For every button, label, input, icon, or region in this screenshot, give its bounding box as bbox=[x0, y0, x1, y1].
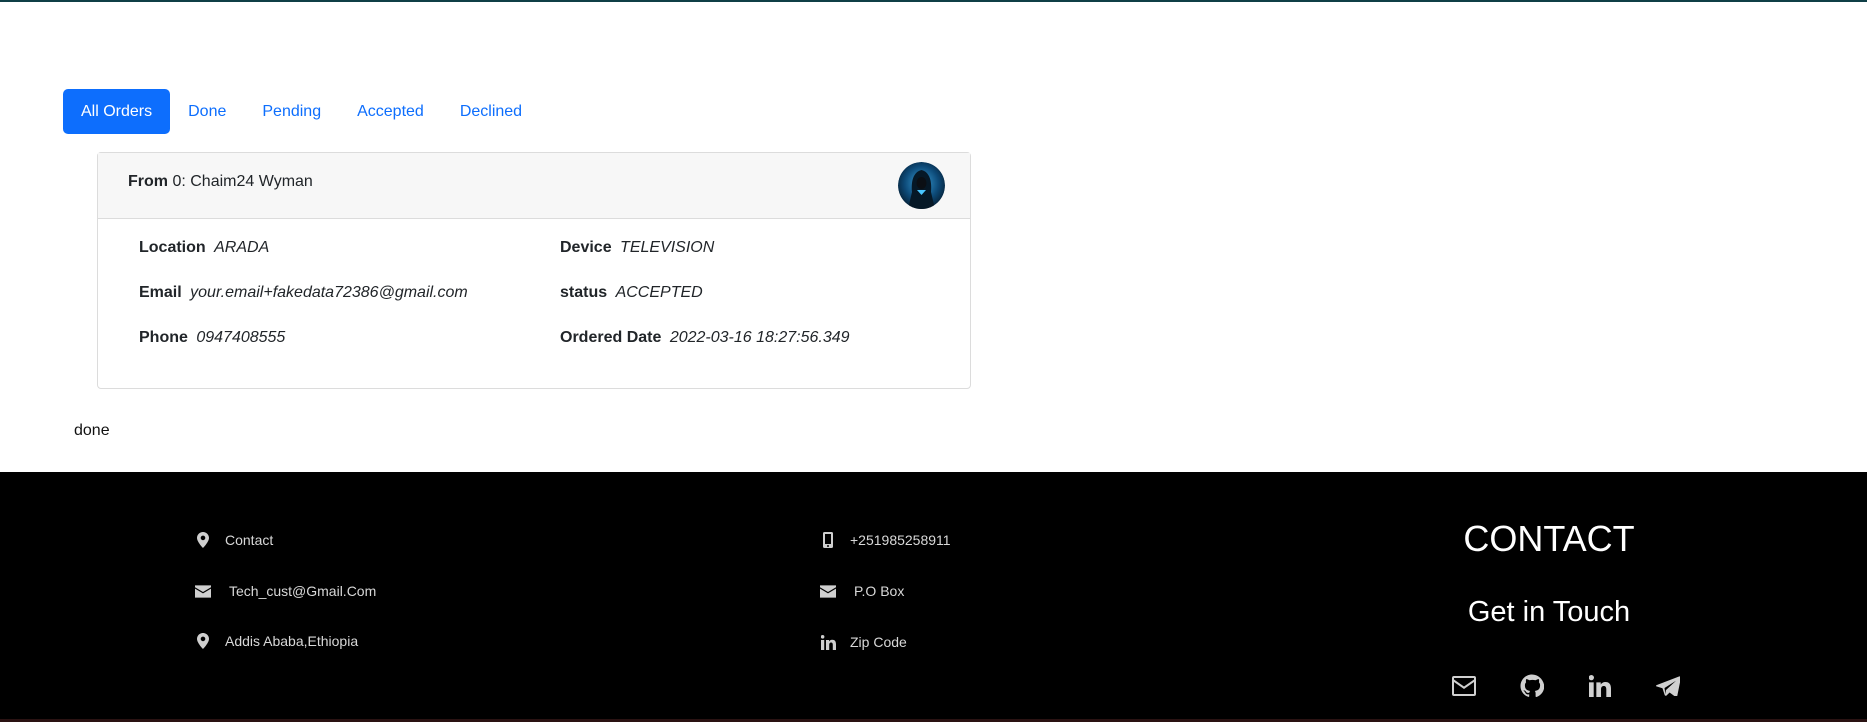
footer-email-text: Tech_cust@Gmail.Com bbox=[229, 583, 377, 599]
status-field: status ACCEPTED bbox=[560, 284, 703, 302]
avatar[interactable] bbox=[898, 162, 945, 209]
email-field: Email your.email+fakedata72386@gmail.com bbox=[139, 284, 468, 302]
get-in-touch-heading: Get in Touch bbox=[1467, 596, 1631, 628]
email-label: Email bbox=[139, 284, 182, 301]
device-value: TELEVISION bbox=[620, 239, 715, 256]
order-filter-tabs: All Orders Done Pending Accepted Decline… bbox=[63, 89, 540, 134]
status-value: ACCEPTED bbox=[615, 284, 703, 301]
order-card-header: From 0: Chaim24 Wyman bbox=[98, 153, 970, 219]
tab-done[interactable]: Done bbox=[170, 89, 244, 134]
footer-email-item[interactable]: Tech_cust@Gmail.Com bbox=[195, 583, 376, 599]
status-label: status bbox=[560, 284, 608, 301]
envelope-icon bbox=[195, 583, 211, 599]
footer-address-text: Addis Ababa,Ethiopia bbox=[225, 633, 359, 649]
phone-label: Phone bbox=[139, 329, 188, 346]
ordered-date-field: Ordered Date 2022-03-16 18:27:56.349 bbox=[560, 329, 850, 347]
linkedin-icon[interactable] bbox=[1588, 674, 1612, 698]
order-from: From 0: Chaim24 Wyman bbox=[128, 173, 313, 191]
device-field: Device TELEVISION bbox=[560, 239, 714, 257]
footer-phone-item[interactable]: +251985258911 bbox=[820, 532, 951, 548]
envelope-icon bbox=[820, 583, 836, 599]
phone-field: Phone 0947408555 bbox=[139, 329, 285, 347]
linkedin-icon bbox=[820, 634, 836, 650]
footer-zipcode-text: Zip Code bbox=[850, 634, 907, 650]
location-value: ARADA bbox=[214, 239, 270, 256]
mobile-phone-icon bbox=[820, 532, 836, 548]
map-marker-icon bbox=[195, 532, 211, 548]
tab-all-orders[interactable]: All Orders bbox=[63, 89, 171, 134]
footer-phone-text: +251985258911 bbox=[850, 532, 951, 548]
from-label: From bbox=[128, 173, 168, 190]
footer-contact-text: Contact bbox=[225, 532, 274, 548]
tab-accepted[interactable]: Accepted bbox=[339, 89, 442, 134]
map-marker-icon bbox=[195, 633, 211, 649]
ordered-date-label: Ordered Date bbox=[560, 329, 662, 346]
top-border bbox=[0, 0, 1867, 2]
social-links bbox=[1452, 674, 1680, 698]
tab-pending[interactable]: Pending bbox=[244, 89, 339, 134]
footer: Contact Tech_cust@Gmail.Com Addis Ababa,… bbox=[0, 472, 1867, 722]
envelope-icon[interactable] bbox=[1452, 674, 1476, 698]
tab-declined[interactable]: Declined bbox=[442, 89, 540, 134]
footer-pobox-item[interactable]: P.O Box bbox=[820, 583, 904, 599]
order-card: From 0: Chaim24 Wyman Location ARADA Dev… bbox=[97, 152, 971, 389]
contact-heading: CONTACT bbox=[1463, 518, 1635, 559]
location-label: Location bbox=[139, 239, 206, 256]
phone-value: 0947408555 bbox=[196, 329, 286, 346]
footer-pobox-text: P.O Box bbox=[854, 583, 905, 599]
footer-zipcode-item[interactable]: Zip Code bbox=[820, 634, 907, 650]
location-field: Location ARADA bbox=[139, 239, 269, 257]
order-card-body: Location ARADA Device TELEVISION Email y… bbox=[98, 219, 970, 389]
footer-address-item[interactable]: Addis Ababa,Ethiopia bbox=[195, 633, 358, 649]
footer-contact-item[interactable]: Contact bbox=[195, 532, 273, 548]
telegram-icon[interactable] bbox=[1656, 674, 1680, 698]
email-value: your.email+fakedata72386@gmail.com bbox=[190, 284, 468, 301]
from-name: : Chaim24 Wyman bbox=[181, 173, 313, 190]
github-icon[interactable] bbox=[1520, 674, 1544, 698]
ordered-date-value: 2022-03-16 18:27:56.349 bbox=[669, 329, 850, 346]
status-text: done bbox=[74, 422, 110, 439]
device-label: Device bbox=[560, 239, 612, 256]
